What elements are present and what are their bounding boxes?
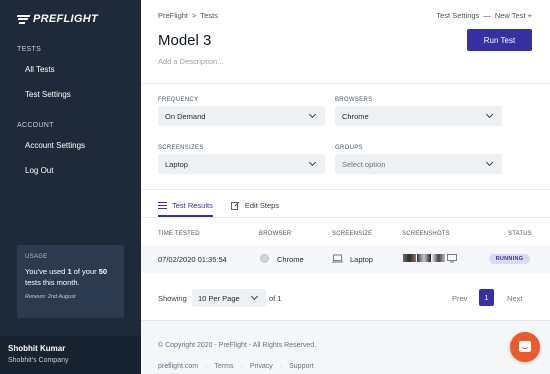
- groups-label: GROUPS: [335, 145, 363, 151]
- column-time-tested: TIME TESTED: [158, 231, 200, 237]
- sidebar-section-tests: TESTS: [17, 46, 42, 53]
- screenshot-thumbnail[interactable]: [432, 254, 445, 262]
- usage-text: You've used 1 of your 50 tests this mont…: [25, 267, 108, 287]
- list-icon: [158, 202, 167, 209]
- usage-limit-count: 50: [98, 267, 108, 276]
- browsers-select[interactable]: Chrome: [335, 106, 502, 126]
- screensizes-label: SCREENSIZES: [158, 145, 204, 151]
- screenshot-thumbnail[interactable]: [403, 254, 416, 262]
- browsers-label: BROWSERS: [335, 97, 373, 103]
- tab-test-results-label: Test Results: [172, 201, 213, 210]
- page-count-label: of 1: [269, 294, 282, 303]
- chat-icon: [519, 341, 531, 352]
- footer-separator: ·: [205, 363, 208, 370]
- breadcrumb-separator: >: [192, 11, 197, 20]
- usage-renewal-date: Renews: 2nd August: [25, 294, 76, 300]
- run-test-button[interactable]: Run Test: [467, 29, 532, 51]
- column-screenshots: SCREENSHOTS: [402, 231, 450, 237]
- description-input[interactable]: Add a Description...: [158, 57, 223, 66]
- screensizes-value: Laptop: [165, 159, 188, 169]
- edit-icon: [230, 201, 240, 210]
- logo-mark-icon: [16, 14, 31, 24]
- footer-separator: ·: [240, 363, 243, 370]
- tab-edit-steps[interactable]: Edit Steps: [230, 201, 280, 210]
- brand-name: PREFLIGHT: [33, 13, 99, 25]
- footer-links: preflight.com · Terms · Privacy · Suppor…: [158, 363, 314, 370]
- chevron-down-icon: [308, 158, 317, 167]
- chevron-down-icon: [308, 110, 317, 119]
- footer-link-site[interactable]: preflight.com: [158, 363, 198, 370]
- screensizes-select[interactable]: Laptop: [158, 154, 325, 174]
- current-page-button[interactable]: 1: [479, 289, 494, 306]
- column-status: STATUS: [508, 231, 532, 237]
- row-time-tested: 07/02/2020 01:35:54: [158, 255, 227, 264]
- header-link-separator: —: [483, 11, 491, 20]
- divider: [141, 189, 550, 190]
- tabs: Test Results Edit Steps: [158, 201, 279, 210]
- frequency-value: On Demand: [165, 111, 206, 121]
- monitor-icon[interactable]: [447, 254, 457, 263]
- browsers-value: Chrome: [342, 111, 369, 121]
- screenshot-thumbnail[interactable]: [417, 254, 431, 262]
- chrome-icon: [260, 254, 269, 263]
- page-title[interactable]: Model 3: [158, 32, 211, 49]
- user-company: Shobhit's Company: [8, 357, 69, 364]
- sidebar-item-all-tests[interactable]: All Tests: [25, 65, 55, 74]
- tab-edit-steps-label: Edit Steps: [244, 201, 280, 210]
- groups-value: Select option: [342, 159, 386, 169]
- divider: [141, 83, 550, 84]
- prev-page-button[interactable]: Prev: [452, 294, 467, 303]
- laptop-icon: [332, 254, 343, 263]
- chat-launcher-button[interactable]: [510, 332, 540, 362]
- footer-copyright: © Copyright 2020 - PreFlight - All Right…: [158, 342, 317, 349]
- footer-link-support[interactable]: Support: [289, 363, 314, 370]
- frequency-label: FREQUENCY: [158, 97, 199, 103]
- test-card: PreFlight > Tests Test Settings — New Te…: [141, 0, 550, 321]
- chevron-down-icon: [485, 110, 494, 119]
- per-page-select[interactable]: 10 Per Page: [192, 289, 266, 307]
- sidebar-item-test-settings[interactable]: Test Settings: [25, 90, 71, 99]
- footer-link-privacy[interactable]: Privacy: [250, 363, 273, 370]
- footer-link-terms[interactable]: Terms: [214, 363, 233, 370]
- test-settings-link[interactable]: Test Settings: [436, 11, 479, 20]
- header-links: Test Settings — New Test +: [436, 11, 532, 20]
- breadcrumb-root[interactable]: PreFlight: [158, 11, 188, 20]
- brand-logo[interactable]: PREFLIGHT: [16, 13, 99, 25]
- user-name: Shobhit Kumar: [8, 344, 66, 353]
- footer-separator: ·: [279, 363, 283, 370]
- column-screensize: SCREENSIZE: [332, 231, 373, 237]
- new-test-link[interactable]: New Test +: [495, 11, 532, 20]
- frequency-select[interactable]: On Demand: [158, 106, 325, 126]
- sidebar-item-log-out[interactable]: Log Out: [25, 166, 53, 175]
- chevron-down-icon: [250, 292, 259, 301]
- main-content: PreFlight > Tests Test Settings — New Te…: [141, 0, 550, 374]
- tab-test-results[interactable]: Test Results: [158, 201, 213, 210]
- divider: [141, 217, 550, 218]
- groups-select[interactable]: Select option: [335, 154, 502, 174]
- breadcrumb: PreFlight > Tests: [158, 11, 218, 20]
- row-screensize: Laptop: [350, 255, 373, 264]
- next-page-button[interactable]: Next: [507, 294, 522, 303]
- usage-card: USAGE You've used 1 of your 50 tests thi…: [17, 245, 124, 318]
- user-block[interactable]: Shobhit Kumar Shobhit's Company: [0, 336, 141, 374]
- status-badge: RUNNING: [489, 254, 530, 264]
- sidebar: PREFLIGHT TESTS All Tests Test Settings …: [0, 0, 141, 374]
- breadcrumb-current[interactable]: Tests: [200, 11, 218, 20]
- row-browser: Chrome: [277, 255, 304, 264]
- chevron-down-icon: [485, 158, 494, 167]
- sidebar-item-account-settings[interactable]: Account Settings: [25, 141, 85, 150]
- per-page-value: 10 Per Page: [198, 293, 240, 303]
- usage-title: USAGE: [25, 254, 48, 260]
- column-browser: BROWSER: [259, 231, 292, 237]
- sidebar-section-account: ACCOUNT: [17, 122, 54, 129]
- showing-label: Showing: [158, 294, 187, 303]
